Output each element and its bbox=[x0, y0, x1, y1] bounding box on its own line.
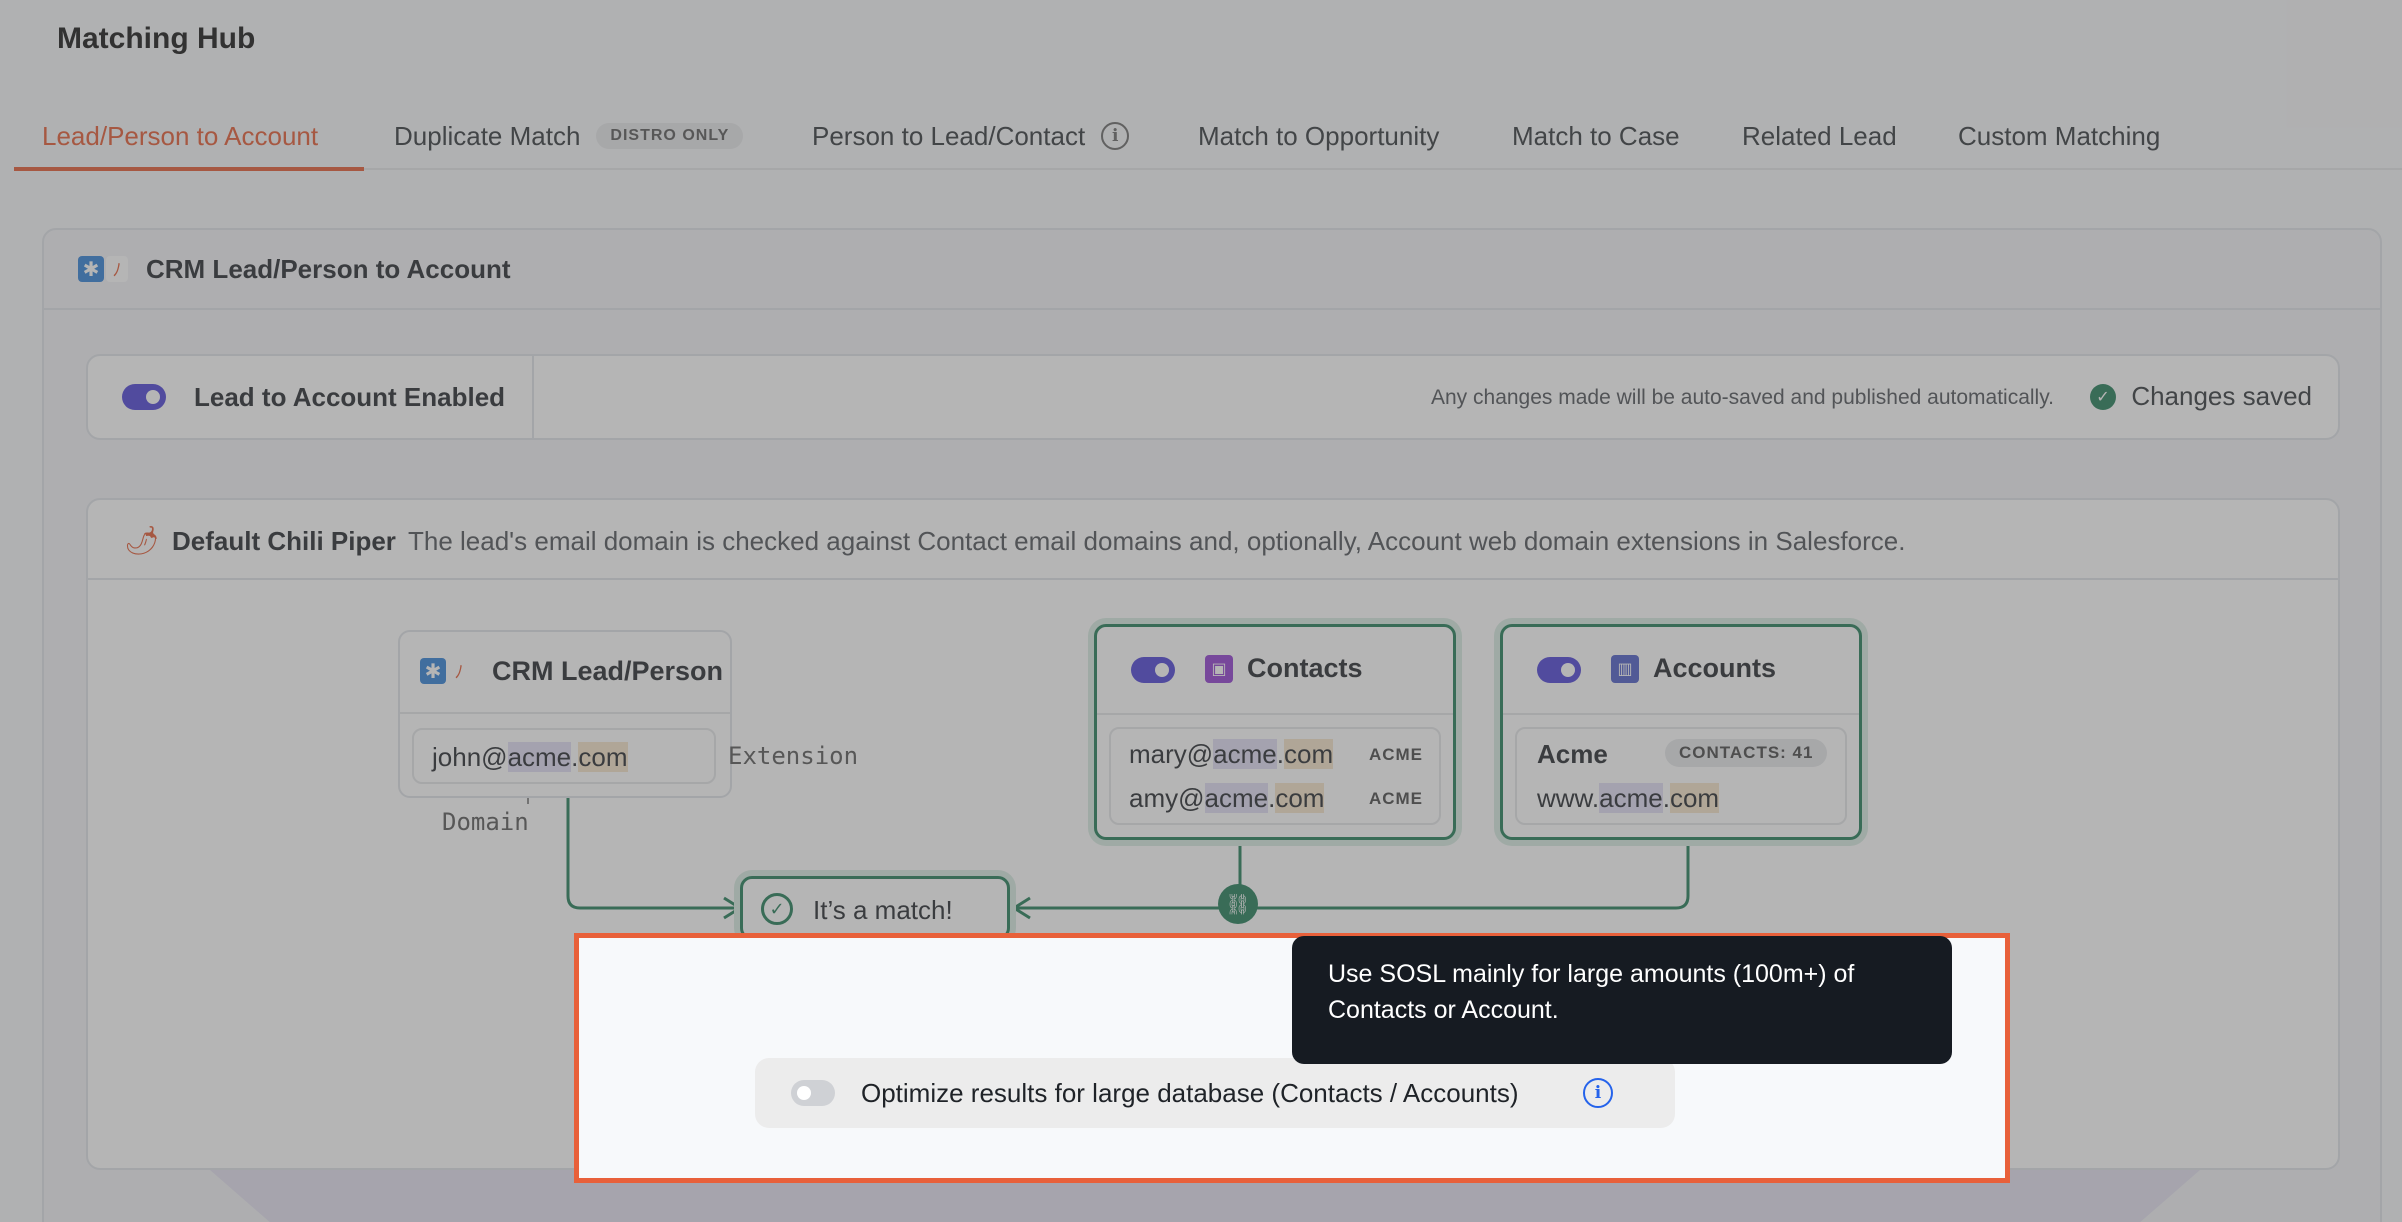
lead-email: john@acme.com bbox=[432, 742, 628, 773]
web-dot: . bbox=[1662, 783, 1670, 813]
divider bbox=[1097, 713, 1453, 715]
contacts-toggle[interactable] bbox=[1131, 657, 1175, 683]
accounts-toggle[interactable] bbox=[1537, 657, 1581, 683]
email-user: john@ bbox=[432, 742, 508, 772]
extension-label: Extension bbox=[728, 742, 859, 770]
contacts-list: mary@acme.com ACME amy@acme.com ACME bbox=[1109, 727, 1441, 825]
accounts-icon: ▥ bbox=[1611, 655, 1639, 683]
domain-label: Domain bbox=[442, 808, 529, 836]
email-domain: acme bbox=[1204, 783, 1269, 813]
contacts-node: ▣ Contacts mary@acme.com ACME amy@acme.c… bbox=[1094, 624, 1456, 840]
divider bbox=[1503, 713, 1859, 715]
contacts-icon: ▣ bbox=[1205, 655, 1233, 683]
email-user: mary@ bbox=[1129, 739, 1214, 769]
accounts-node: ▥ Accounts Acme CONTACTS: 41 www.acme.co… bbox=[1500, 624, 1862, 840]
company-tag: ACME bbox=[1368, 745, 1423, 764]
email-ext: com bbox=[1283, 739, 1334, 769]
optimize-label: Optimize results for large database (Con… bbox=[861, 1078, 1519, 1108]
lead-email-box: john@acme.com bbox=[412, 728, 716, 784]
check-circle-icon: ✓ bbox=[761, 893, 793, 925]
crm-logo-icon: ✱ ﾉ bbox=[420, 658, 470, 684]
lead-node-title: CRM Lead/Person bbox=[492, 656, 724, 686]
email-ext: com bbox=[1275, 783, 1325, 813]
account-card: Acme CONTACTS: 41 www.acme.com bbox=[1515, 727, 1847, 825]
email-domain: acme bbox=[1213, 739, 1277, 769]
divider bbox=[400, 712, 730, 714]
salesforce-logo-icon: ✱ bbox=[420, 658, 446, 684]
contact-email: mary@acme.com bbox=[1129, 739, 1334, 770]
email-domain: acme bbox=[507, 742, 572, 772]
crm-lead-person-node: ✱ ﾉ CRM Lead/Person john@acme.com bbox=[398, 630, 732, 798]
accounts-title: Accounts bbox=[1653, 653, 1777, 683]
email-user: amy@ bbox=[1129, 783, 1205, 813]
web-prefix: www. bbox=[1537, 783, 1600, 813]
optimize-option: Optimize results for large database (Con… bbox=[755, 1058, 1675, 1128]
email-ext: com bbox=[578, 742, 628, 772]
info-icon[interactable]: i bbox=[1583, 1078, 1613, 1108]
web-domain: acme bbox=[1599, 783, 1663, 813]
chili-piper-logo-icon: ﾉ bbox=[448, 658, 470, 684]
email-dot: . bbox=[1276, 739, 1284, 769]
match-result: ✓ It’s a match! bbox=[740, 876, 1010, 940]
match-label: It’s a match! bbox=[813, 895, 953, 925]
account-name: Acme bbox=[1537, 739, 1608, 769]
account-website: www.acme.com bbox=[1537, 783, 1720, 814]
contacts-count-badge: CONTACTS: 41 bbox=[1665, 739, 1828, 767]
contact-email: amy@acme.com bbox=[1129, 783, 1325, 814]
contacts-title: Contacts bbox=[1247, 653, 1363, 683]
link-icon: ⛓ bbox=[1218, 884, 1258, 924]
web-ext: com bbox=[1669, 783, 1720, 813]
company-tag: ACME bbox=[1368, 789, 1423, 808]
optimize-toggle[interactable] bbox=[791, 1080, 835, 1106]
optimize-tooltip: Use SOSL mainly for large amounts (100m+… bbox=[1292, 936, 1952, 1064]
